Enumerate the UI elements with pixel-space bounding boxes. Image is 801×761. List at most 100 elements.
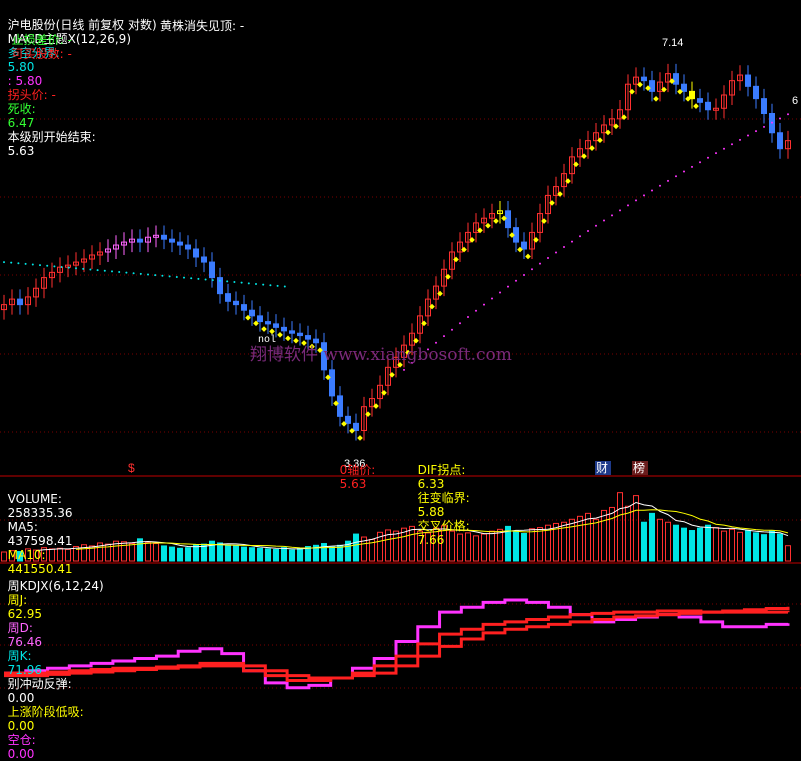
support-dot-magenta <box>563 246 565 249</box>
support-dot <box>269 284 272 287</box>
candle-body <box>641 76 647 82</box>
long-short-value2: : 5.80 <box>7 74 43 88</box>
support-dot-magenta <box>531 268 533 271</box>
support-dot-magenta <box>443 335 445 338</box>
volume-bar <box>737 531 743 562</box>
support-dot-magenta <box>547 257 549 260</box>
grid-lines <box>0 118 801 689</box>
volume-value: 258335.36 <box>7 506 73 520</box>
trend-marker <box>277 332 283 338</box>
volume-bar <box>297 547 303 562</box>
support-dot <box>46 264 49 267</box>
volume-header: VOLUME: 258335.36 MA5: 437598.41 MA10: 4… <box>0 478 73 576</box>
volume-bar <box>673 524 679 562</box>
volume-bar <box>473 535 479 562</box>
candle-body <box>225 293 231 302</box>
support-dot-magenta <box>723 147 725 150</box>
candle-body <box>353 422 359 431</box>
kdj-series <box>4 598 790 690</box>
volume-bar <box>249 547 255 562</box>
volume-bar <box>145 541 151 562</box>
support-dot-magenta <box>739 138 741 141</box>
candle-body <box>265 321 271 325</box>
candle-body <box>745 74 751 87</box>
trend-marker <box>357 435 363 441</box>
support-dot <box>31 263 34 266</box>
volume-ma5-label: MA5: <box>7 520 38 534</box>
kdj-absorb-label: 上涨阶段低吸: <box>7 705 84 719</box>
candle-body <box>161 234 167 240</box>
signal-bang: 榜 <box>633 460 645 475</box>
support-dot-magenta <box>731 143 733 146</box>
volume-bar <box>641 521 647 562</box>
axis-price-value: 5.63 <box>339 477 367 491</box>
volume-bar <box>177 547 183 562</box>
volume-bar <box>593 518 599 562</box>
trend-marker <box>285 335 291 342</box>
candle-body <box>297 332 303 337</box>
support-dot-magenta <box>491 297 493 300</box>
support-dot <box>233 281 236 284</box>
candle-body <box>177 241 183 246</box>
volume-bar <box>769 530 775 562</box>
volume-bar <box>689 530 695 562</box>
signal-nol: nol <box>258 334 276 346</box>
support-dot <box>283 285 286 288</box>
kdj-j-label: 周J: <box>7 593 28 607</box>
support-dot-magenta <box>707 156 709 159</box>
support-dot <box>39 264 41 267</box>
stop-loss-label: 止损差价: - <box>11 33 72 47</box>
trend-marker <box>653 96 659 102</box>
support-dot <box>132 272 135 275</box>
trend-marker <box>525 253 531 260</box>
volume-bar <box>729 528 735 562</box>
yellow-pearl-label: 黄株消失见顶: - <box>160 19 245 33</box>
support-dot-magenta <box>523 273 525 276</box>
candle-body <box>649 80 655 92</box>
volume-bar <box>609 506 615 562</box>
support-dot-magenta <box>539 262 541 265</box>
volume-bar <box>217 542 223 562</box>
toward-critical-value: 5.88 <box>417 505 445 519</box>
trend-marker <box>269 328 275 335</box>
support-dot <box>82 267 85 270</box>
volume-bar <box>785 545 791 562</box>
support-dot-magenta <box>515 279 517 282</box>
candle-body <box>697 98 703 103</box>
candle-body <box>201 256 207 263</box>
volume-bar <box>665 521 671 562</box>
volume-bar <box>625 505 631 562</box>
volume-bar <box>617 492 623 562</box>
support-dot <box>276 284 279 287</box>
support-dot-magenta <box>715 152 717 155</box>
support-dot-magenta <box>627 204 629 207</box>
volume-bar <box>745 530 751 562</box>
support-dot-magenta <box>459 322 461 325</box>
volume-bar <box>601 509 607 562</box>
volume-bar <box>777 533 783 562</box>
kdj-k-label: 周K: <box>7 649 32 663</box>
support-dot <box>204 278 207 281</box>
support-dot-magenta <box>611 214 613 217</box>
volume-bar <box>185 547 191 562</box>
support-dot-magenta <box>771 121 773 124</box>
trend-marker <box>261 326 267 332</box>
volume-bar <box>537 527 543 562</box>
support-dot-magenta <box>475 309 477 312</box>
support-dot <box>60 265 63 268</box>
candle-body <box>345 415 351 424</box>
main-bottom-annotations-2: DIF拐点: 6.33 往变临界: 5.88 交叉价格: 7.66 <box>410 449 470 547</box>
volume-bar <box>241 546 247 562</box>
support-dot <box>154 274 157 277</box>
kdj-k-value: 71.96 <box>7 663 42 677</box>
candle-body <box>257 315 263 323</box>
candle-body <box>169 238 175 243</box>
support-dot <box>197 277 200 280</box>
candle-body <box>17 298 23 306</box>
right-edge-marker: 6 <box>792 95 798 107</box>
kdj-d-label: 周D: <box>7 621 33 635</box>
support-dot-magenta <box>451 328 453 331</box>
kdj-label: 周KDJX(6,12,24) <box>7 579 104 593</box>
volume-bar <box>169 546 175 562</box>
support-dot <box>118 270 121 273</box>
